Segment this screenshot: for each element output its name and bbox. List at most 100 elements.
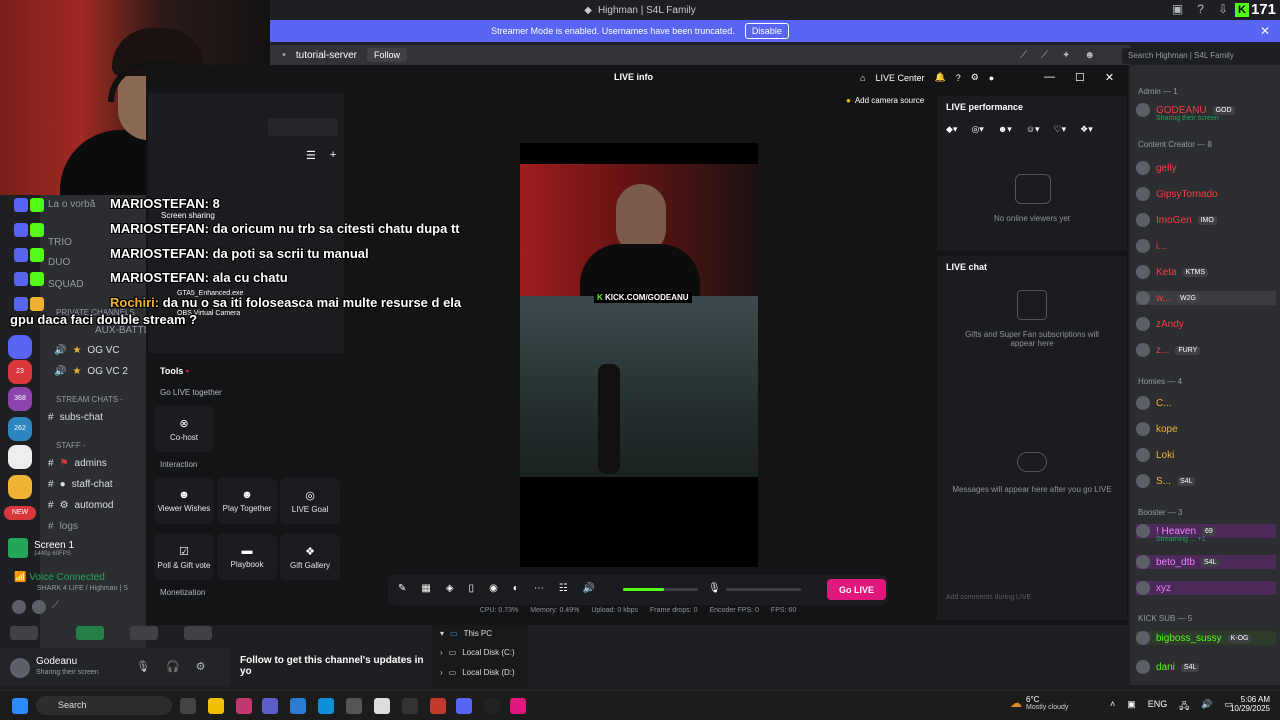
diamond-icon[interactable]: ◆▾	[946, 124, 957, 135]
members-icon[interactable]: ☻	[1084, 50, 1095, 61]
file-explorer-icon[interactable]	[208, 698, 224, 714]
likes-icon[interactable]: ♡▾	[1054, 124, 1067, 135]
channel-staff-chat[interactable]: # ● staff-chat	[48, 479, 113, 490]
settings-icon[interactable]: ☷	[559, 583, 568, 594]
download-icon[interactable]: ⇩	[1218, 2, 1228, 16]
word-icon[interactable]	[290, 698, 306, 714]
more-icon[interactable]: ⋯	[534, 583, 544, 594]
play-together-button[interactable]: ☻ Play Together	[217, 478, 277, 524]
gift-gallery-button[interactable]: ❖ Gift Gallery	[280, 534, 340, 580]
teams-icon[interactable]	[262, 698, 278, 714]
inbox-icon[interactable]: ▣	[1172, 2, 1183, 16]
add-icon[interactable]: +	[330, 149, 336, 162]
coin-icon[interactable]: ◎▾	[971, 124, 983, 135]
avatar[interactable]	[10, 658, 30, 678]
app-icon[interactable]	[346, 698, 362, 714]
member-item[interactable]: ImoGen IMO	[1136, 213, 1217, 227]
help-icon[interactable]: ?	[956, 73, 961, 83]
close-icon[interactable]: ✕	[1105, 71, 1114, 84]
category-stream-chats[interactable]: STREAM CHATS -	[56, 395, 123, 404]
language-indicator[interactable]: ENG	[1148, 699, 1168, 715]
video-off-button[interactable]	[10, 626, 38, 640]
avatar[interactable]: ●	[989, 73, 994, 83]
member-item[interactable]: kope	[1136, 422, 1178, 436]
app-icon[interactable]	[484, 698, 500, 714]
voice-channel-og[interactable]: 🔊 ★ OG VC	[54, 345, 120, 356]
member-item[interactable]: Loki	[1136, 448, 1174, 462]
app-icon[interactable]	[236, 698, 252, 714]
camera-icon[interactable]: ◐	[513, 583, 519, 594]
headphones-icon[interactable]: 🎧	[166, 660, 180, 673]
weather-widget[interactable]: ☁ 6°C Mostly cloudy	[1010, 695, 1068, 711]
gear-icon[interactable]: ⚙	[971, 72, 979, 83]
pin-icon[interactable]: ✦	[1062, 50, 1070, 61]
channel-automod[interactable]: # ⚙ automod	[48, 500, 113, 511]
tree-this-pc[interactable]: ▾ ▭ This PC	[440, 629, 492, 638]
member-item[interactable]: dani S4L	[1136, 660, 1200, 674]
source-item[interactable]: Screen sharing	[161, 211, 215, 220]
folder-icon[interactable]	[8, 475, 32, 499]
member-item[interactable]: Keta KTMS	[1136, 265, 1209, 279]
mic-icon[interactable]: 🎙	[136, 660, 150, 673]
taskbar-search[interactable]: Search	[36, 696, 172, 715]
layout-icon[interactable]: ▦	[421, 583, 430, 594]
app-icon[interactable]	[430, 698, 446, 714]
member-item[interactable]: i...	[1136, 239, 1167, 253]
server-badge[interactable]: 262	[8, 417, 32, 441]
member-item[interactable]: beto_dtb S4L	[1136, 555, 1276, 569]
magic-icon[interactable]: ✎	[398, 583, 406, 594]
scene-selector[interactable]	[268, 118, 338, 136]
member-item[interactable]: GipsyTornado	[1136, 187, 1218, 201]
discord-icon[interactable]	[456, 698, 472, 714]
close-icon[interactable]: ✕	[1260, 24, 1270, 38]
gift-icon[interactable]: ❖▾	[1080, 124, 1093, 135]
screen-share-button[interactable]	[76, 626, 104, 640]
start-icon[interactable]	[12, 698, 28, 714]
store-icon[interactable]	[374, 698, 390, 714]
go-live-button[interactable]: Go LIVE	[827, 579, 886, 600]
member-item[interactable]: gelly	[1136, 161, 1177, 175]
server-badge[interactable]: 368	[8, 387, 32, 411]
volume-icon[interactable]: 🔊	[583, 583, 595, 594]
tree-disk-c[interactable]: › ▭ Local Disk (C:)	[440, 648, 515, 657]
mic-slider[interactable]	[726, 588, 801, 591]
mute-icon[interactable]: ⟋	[1041, 50, 1048, 61]
playbook-button[interactable]: ▬ Playbook	[217, 534, 277, 580]
screen-share-panel[interactable]: Screen 1 1440p 60FPS	[8, 535, 144, 561]
live-info-title[interactable]: LIVE info	[614, 72, 653, 82]
clock[interactable]: 5:06 AM 10/29/2025	[1226, 695, 1270, 713]
tiktok-live-icon[interactable]	[510, 698, 526, 714]
list-icon[interactable]: ☰	[306, 149, 316, 162]
member-item[interactable]: w... W2G	[1136, 291, 1276, 305]
app-tray-icon[interactable]: ▣	[1127, 699, 1136, 715]
live-goal-button[interactable]: ◎ LIVE Goal	[280, 478, 340, 524]
voice-channel-og2[interactable]: 🔊 ★ OG VC 2	[54, 366, 128, 377]
member-item[interactable]: C...	[1136, 396, 1172, 410]
minimize-icon[interactable]: —	[1044, 71, 1055, 84]
category-staff[interactable]: STAFF -	[56, 441, 86, 450]
member-item[interactable]: bigboss_sussy K-OG	[1136, 631, 1276, 645]
member-item[interactable]: S... S4L	[1136, 474, 1196, 488]
record-icon[interactable]: ◉	[489, 583, 498, 594]
member-item[interactable]: zAndy	[1136, 317, 1184, 331]
gear-icon[interactable]: ⚙	[196, 660, 206, 673]
threads-icon[interactable]: ⟋	[1020, 50, 1027, 61]
effects-icon[interactable]: ◈	[446, 583, 454, 594]
help-icon[interactable]: ?	[1197, 2, 1204, 16]
search-input[interactable]: Search Highman | S4L Family	[1122, 48, 1272, 64]
add-camera-button[interactable]: ● Add camera source	[846, 96, 924, 105]
member-item[interactable]: z... FURY	[1136, 343, 1201, 357]
edge-icon[interactable]	[318, 698, 334, 714]
soundboard-button[interactable]	[184, 626, 212, 640]
channel-admins[interactable]: # ⚑ admins	[48, 458, 107, 469]
channel-logs[interactable]: # logs	[48, 521, 78, 532]
server-icon[interactable]	[8, 335, 32, 359]
livechat-input[interactable]: Add comments during LIVE	[946, 594, 1031, 601]
maximize-icon[interactable]: ☐	[1075, 71, 1085, 84]
github-icon[interactable]	[402, 698, 418, 714]
bell-icon[interactable]: 🔔	[934, 72, 945, 83]
network-icon[interactable]: 🖧	[1179, 699, 1189, 715]
poll-button[interactable]: ☑ Poll & Gift vote	[154, 534, 214, 580]
followers-icon[interactable]: ☺▾	[1026, 124, 1040, 135]
cohost-button[interactable]: ⊗ Co-host	[154, 406, 214, 452]
